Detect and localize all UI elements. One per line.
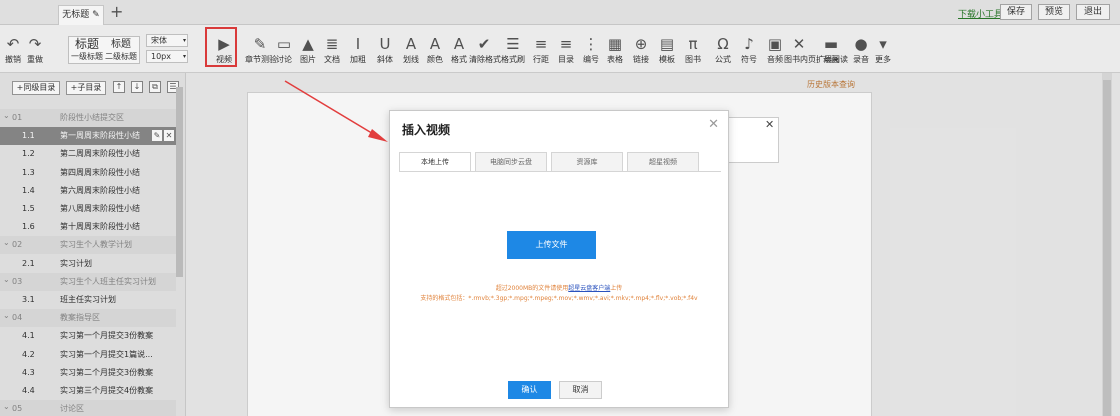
cloud-client-link[interactable]: 超星云盘客户端 — [568, 285, 610, 292]
tab-cloud-sync[interactable]: 电脑同步云盘 — [475, 152, 547, 172]
insert-video-dialog: 插入视频 ✕ 本地上传 电脑同步云盘 资源库 超星视频 上传文件 超过2000M… — [389, 110, 729, 408]
upload-size-note: 超过2000MB的文件请使用超星云盘客户端上传 — [390, 283, 728, 292]
tab-resource-library[interactable]: 资源库 — [551, 152, 623, 172]
tab-chaoxing-video[interactable]: 超星视频 — [627, 152, 699, 172]
close-icon[interactable]: ✕ — [708, 117, 719, 132]
upload-file-button[interactable]: 上传文件 — [507, 231, 596, 259]
tab-divider — [399, 171, 721, 172]
dialog-title: 插入视频 — [402, 123, 451, 137]
cancel-button[interactable]: 取消 — [559, 381, 602, 399]
note-suffix: 上传 — [610, 285, 623, 292]
tab-local-upload[interactable]: 本地上传 — [399, 152, 471, 172]
supported-formats-note: 支持的格式包括：*.rmvb;*.3gp;*.mpg;*.mpeg;*.mov;… — [420, 295, 698, 302]
confirm-button[interactable]: 确认 — [508, 381, 551, 399]
close-icon: ✕ — [765, 118, 775, 131]
note-prefix: 超过2000MB的文件请使用 — [495, 285, 569, 292]
